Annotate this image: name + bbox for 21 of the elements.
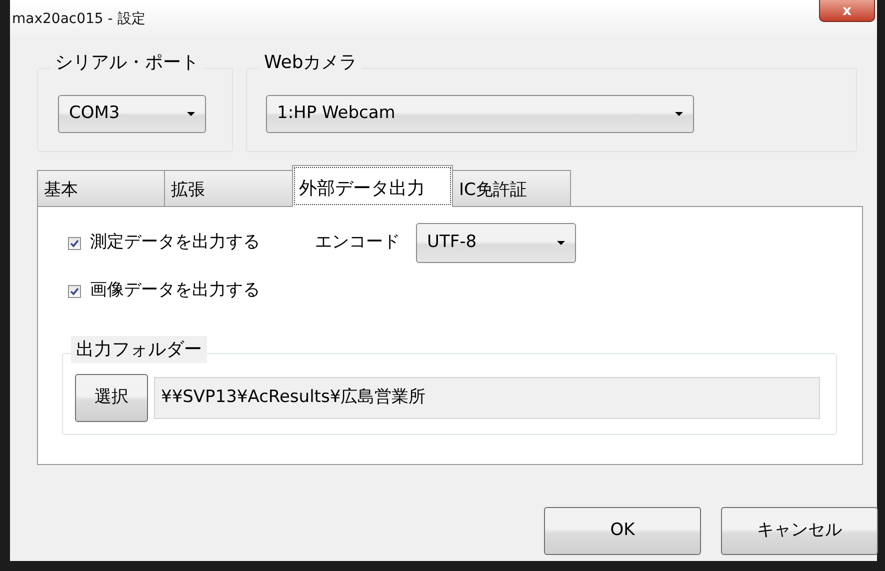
select-button[interactable]: 選択 — [75, 374, 148, 422]
window-title: max20ac015 - 設定 — [12, 10, 146, 28]
folder-path-field[interactable]: ¥¥SVP13¥AcResults¥広島営業所 — [154, 377, 820, 419]
cancel-button[interactable]: キャンセル — [721, 507, 878, 555]
checkbox[interactable] — [68, 284, 81, 298]
checkbox[interactable] — [68, 236, 81, 250]
tab[interactable]: 基本 — [37, 170, 165, 206]
dropdown-arrow-icon — [187, 112, 195, 116]
port-dropdown[interactable]: COM3 — [58, 95, 206, 133]
group-label: 出力フォルダー — [71, 336, 207, 363]
dropdown-arrow-icon — [675, 112, 683, 116]
tab[interactable]: 外部データ出力 — [292, 165, 453, 207]
dropdown-arrow-icon — [557, 241, 565, 245]
checkbox-label: 測定データを出力する — [90, 231, 260, 254]
encoding-dropdown[interactable]: UTF-8 — [416, 223, 576, 263]
checkbox-label: 画像データを出力する — [90, 279, 260, 302]
camera-dropdown[interactable]: 1:HP Webcam — [266, 95, 694, 133]
tab[interactable]: IC免許証 — [452, 170, 571, 206]
tab[interactable]: 拡張 — [164, 170, 293, 206]
ok-button[interactable]: OK — [544, 507, 701, 555]
encoding-label: エンコード — [315, 231, 400, 254]
